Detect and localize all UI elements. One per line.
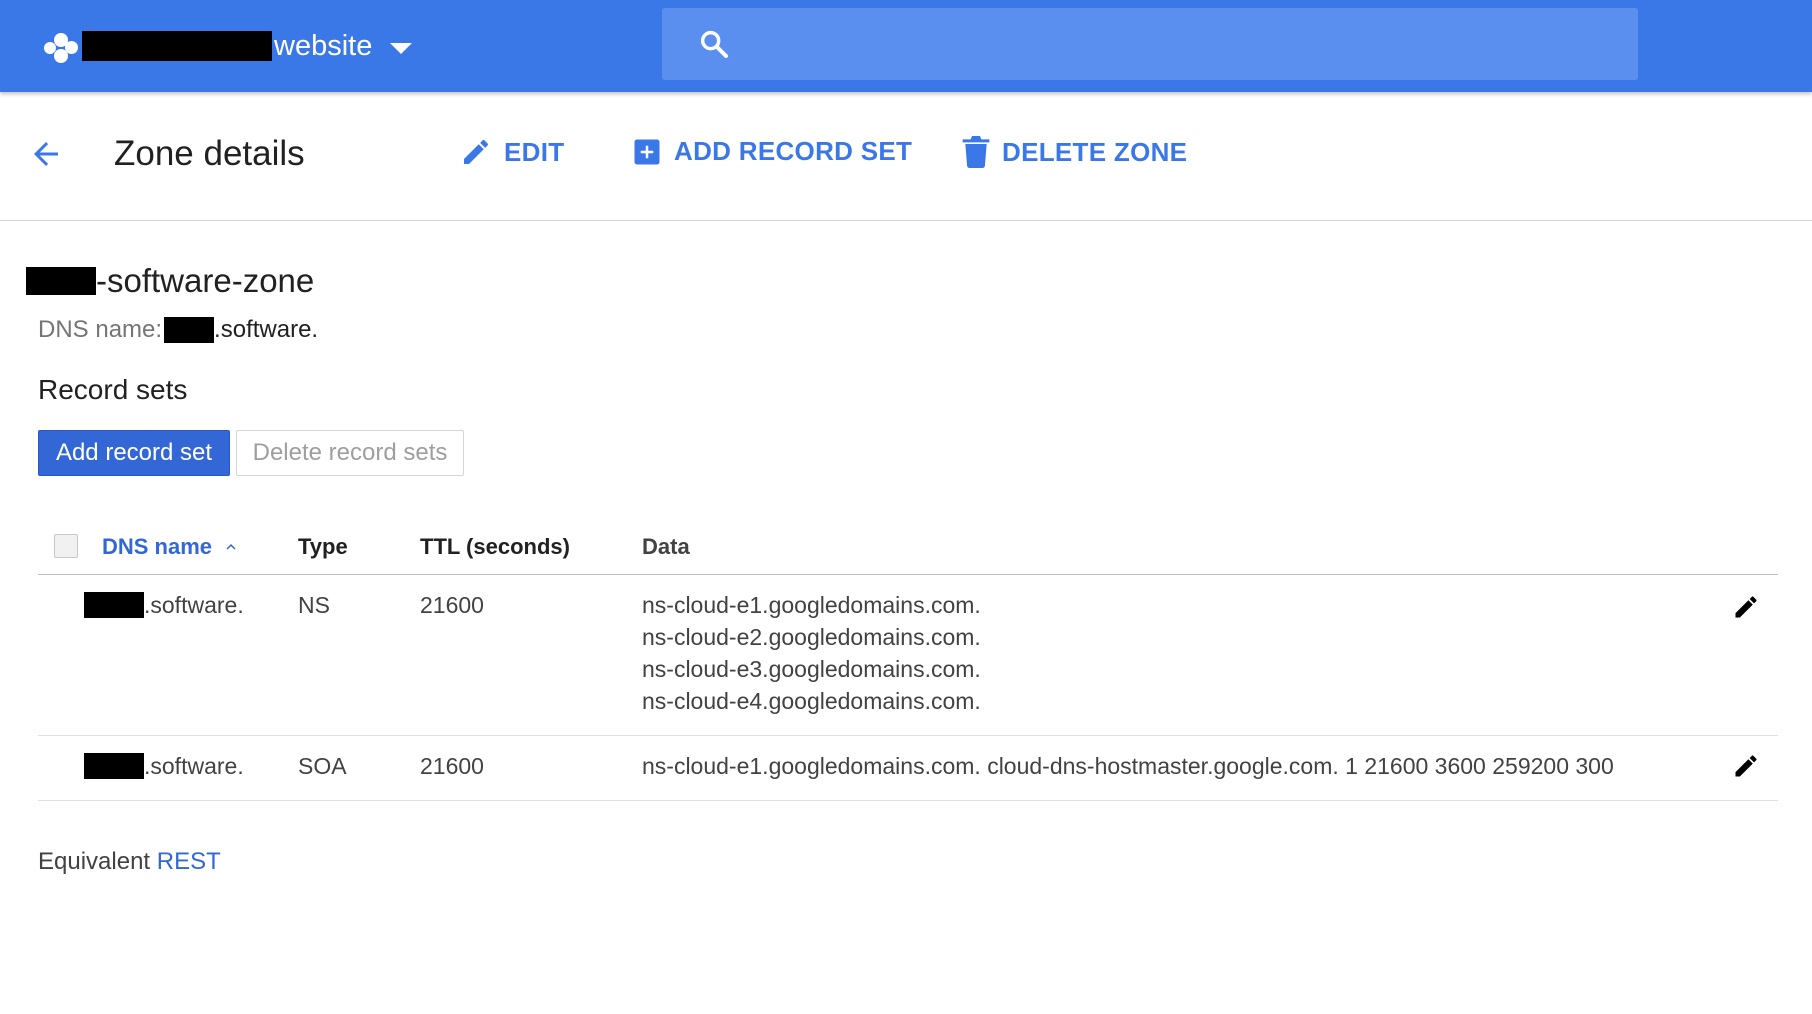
rest-link[interactable]: REST [157,848,221,875]
zone-name: -software-zone [26,262,314,300]
add-record-set-action[interactable]: ADD RECORD SET [632,136,912,167]
table-row: .software. SOA 21600 ns-cloud-e1.googled… [38,736,1778,801]
column-header-type: Type [298,534,348,559]
zone-dns-name: DNS name: .software. [38,316,318,344]
record-data-line: ns-cloud-e4.googledomains.com. [642,688,981,714]
column-label-dns-name: DNS name [102,534,213,559]
pencil-icon [464,139,489,164]
record-ttl: 21600 [420,753,484,779]
equivalent-label: Equivalent [38,848,157,875]
record-data-line: ns-cloud-e2.googledomains.com. [642,624,981,650]
search-input[interactable] [752,8,1616,82]
record-type: NS [298,592,330,618]
record-dns-name: .software. [84,750,244,782]
record-dns-name: .software. [84,589,244,621]
trash-icon [962,136,990,168]
add-record-set-label: ADD RECORD SET [674,136,913,166]
record-ttl: 21600 [420,592,484,618]
delete-record-sets-button: Delete record sets [236,430,464,476]
delete-zone-button[interactable]: DELETE ZONE [962,136,1187,168]
search-box[interactable] [662,8,1638,82]
record-data-line: ns-cloud-e1.googledomains.com. cloud-dns… [642,753,1614,779]
edit-button[interactable]: EDIT [460,136,564,168]
redacted-zone-prefix [26,267,96,295]
record-data-line: ns-cloud-e1.googledomains.com. [642,592,981,618]
record-sets-title: Record sets [38,374,188,405]
redacted-project-prefix [82,31,272,61]
redacted-record-prefix [84,753,144,779]
top-bar: website [0,0,1812,92]
chevron-up-icon [226,544,236,550]
column-header-ttl: TTL (seconds) [420,534,570,559]
record-sets-table: DNS name Type TTL (seconds) Data .softwa… [38,520,1778,801]
delete-zone-label: DELETE ZONE [1002,136,1188,167]
project-name: website [274,29,373,62]
add-record-set-button[interactable]: Add record set [38,430,230,476]
table-row: .software. NS 21600 ns-cloud-e1.googledo… [38,575,1778,736]
project-switcher[interactable]: website [44,22,413,70]
redacted-record-prefix [84,592,144,618]
edit-label: EDIT [504,136,565,167]
select-all-checkbox[interactable] [54,534,78,558]
column-header-data: Data [642,534,690,559]
zone-name-suffix: -software-zone [96,262,315,299]
page-title: Zone details [114,134,305,173]
page-action-bar: Zone details EDIT ADD RECORD SET DELETE … [0,92,1812,221]
project-hexagon-icon [44,29,78,63]
caret-down-icon [390,42,413,54]
back-arrow-icon[interactable] [28,136,64,172]
edit-record-pencil-icon[interactable] [1732,752,1760,780]
equivalent-rest-line: Equivalent REST [38,848,221,876]
dns-name-label: DNS name: [38,316,163,343]
record-type: SOA [298,753,347,779]
record-dns-name-suffix: .software. [144,592,244,618]
add-box-icon [634,139,660,164]
record-dns-name-suffix: .software. [144,753,244,779]
edit-record-pencil-icon[interactable] [1732,593,1760,621]
table-header: DNS name Type TTL (seconds) Data [38,520,1778,575]
dns-name-value: .software. [214,316,319,343]
column-header-dns-name[interactable]: DNS name [102,534,240,560]
redacted-dns-prefix [164,317,215,343]
search-icon [700,30,728,58]
record-data-line: ns-cloud-e3.googledomains.com. [642,656,981,682]
